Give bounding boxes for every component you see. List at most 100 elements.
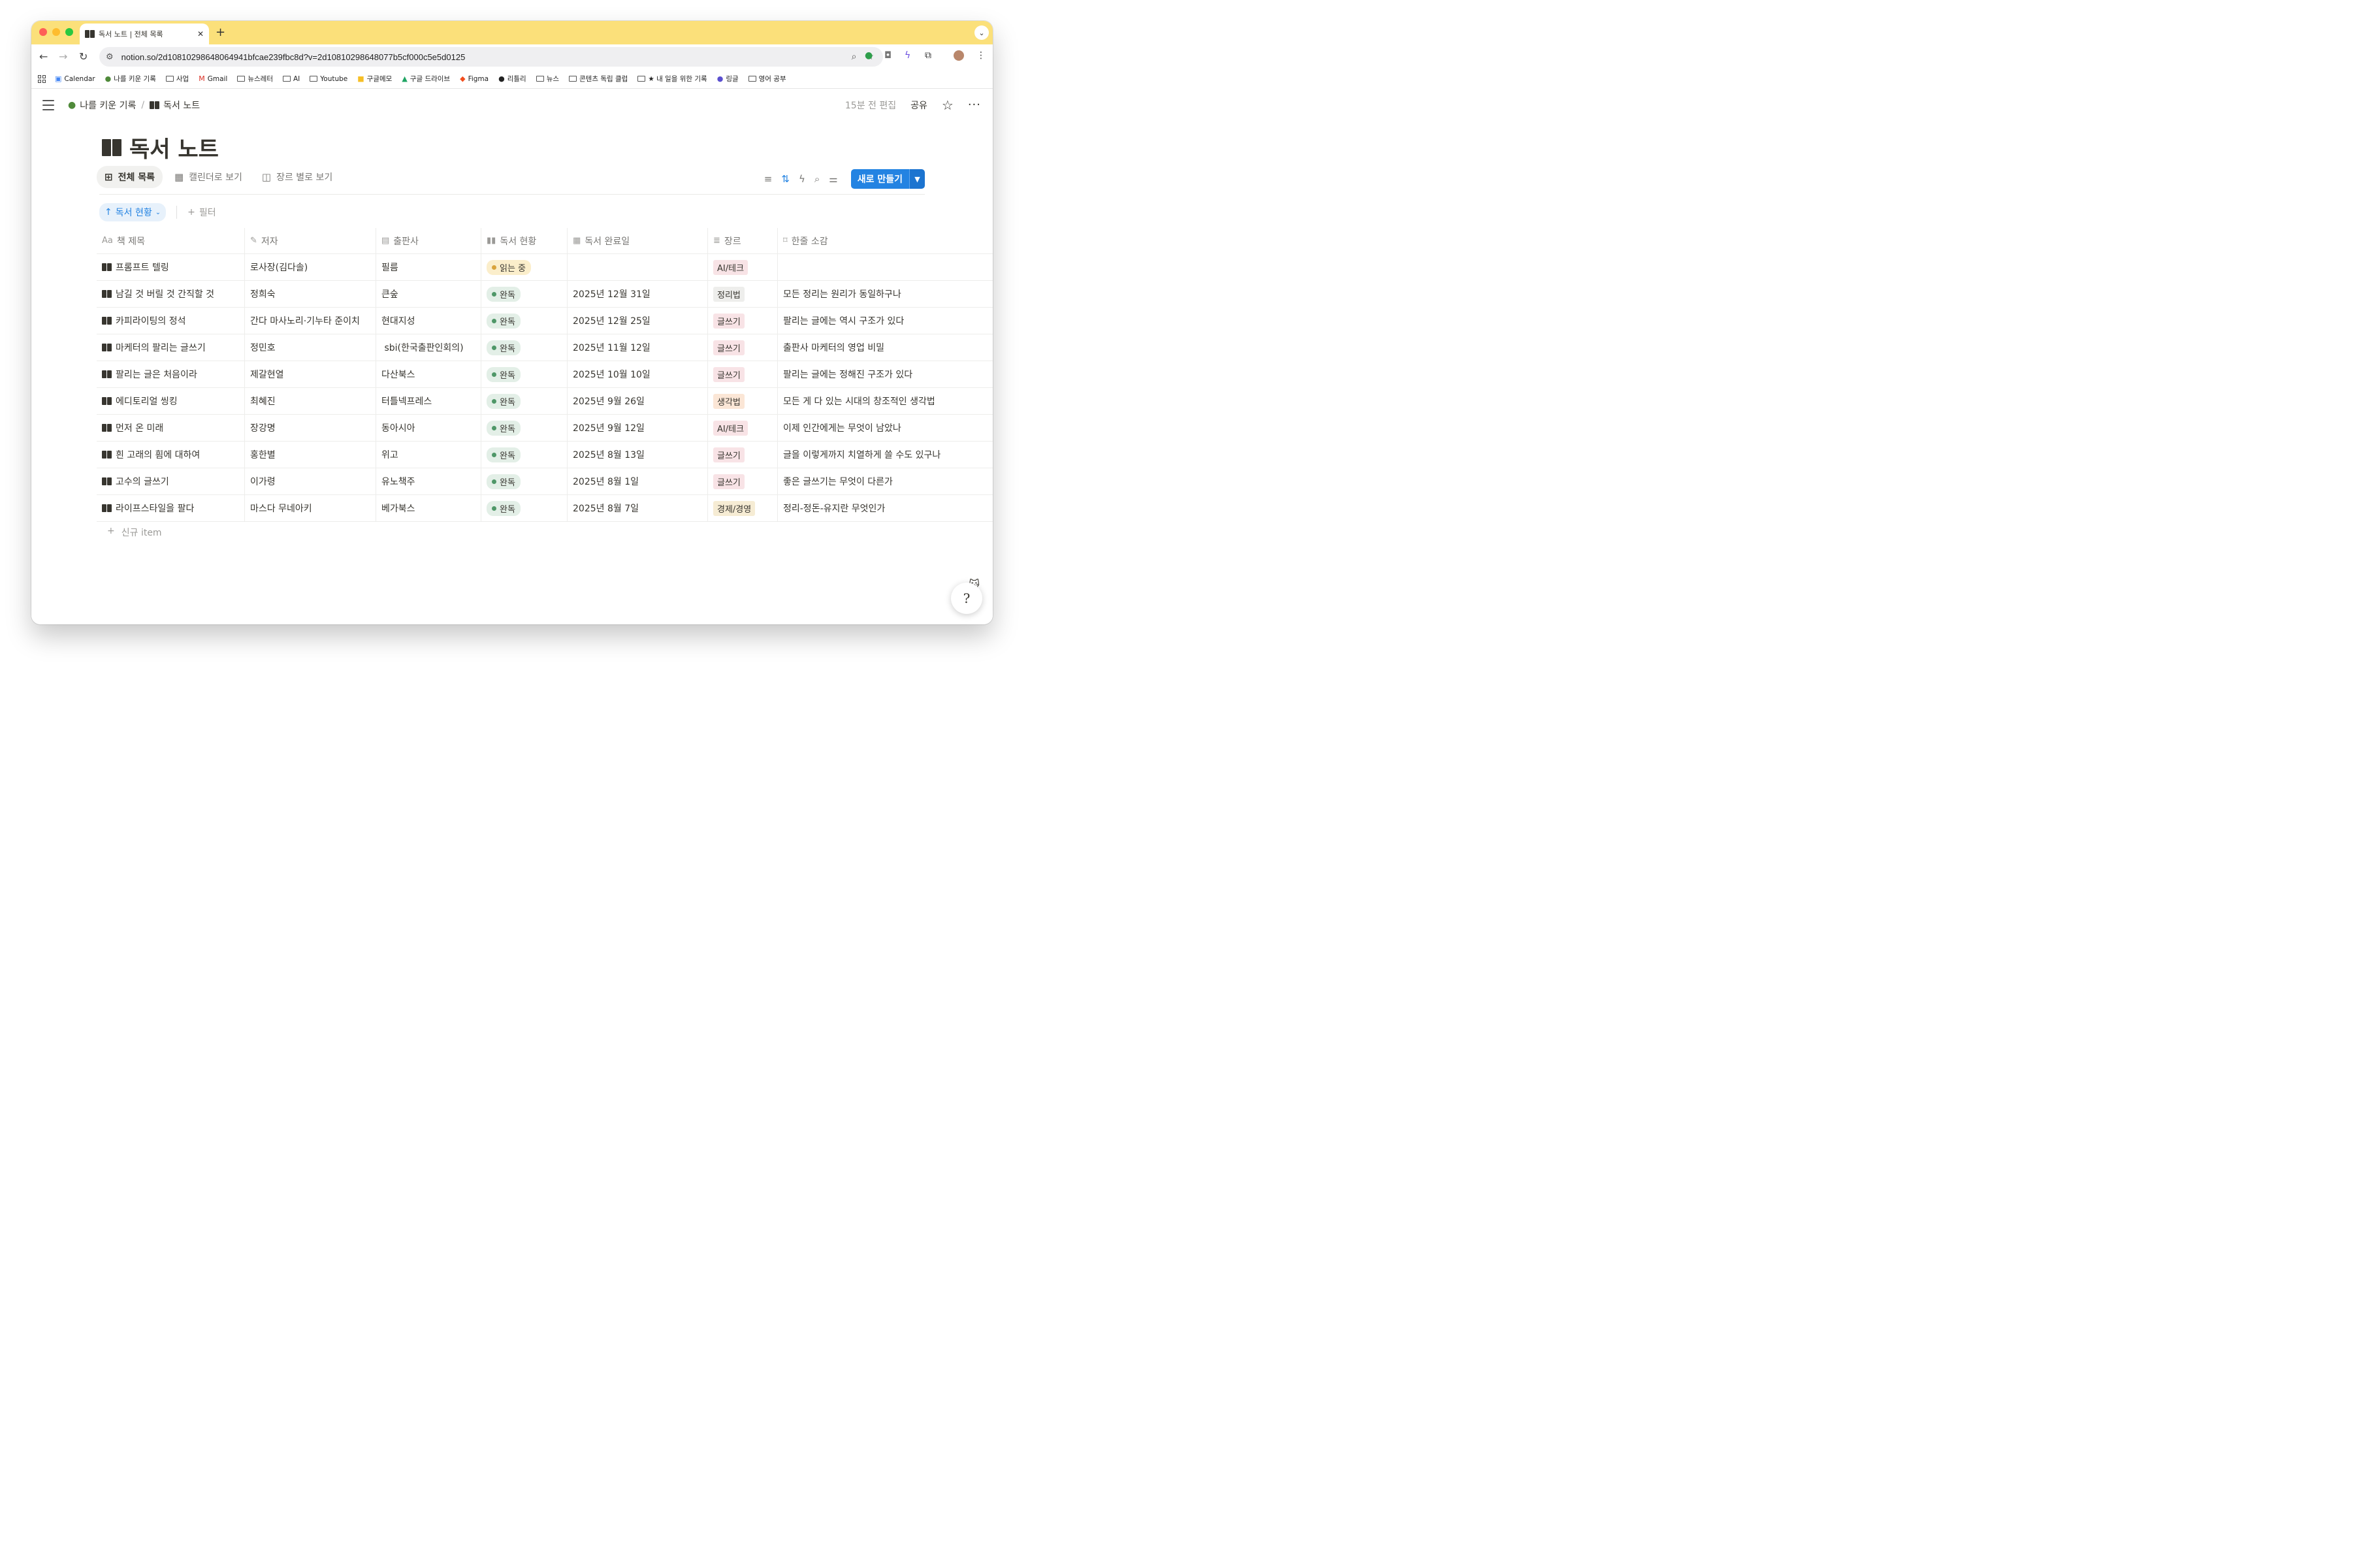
bookmark-item[interactable]: Youtube — [310, 74, 347, 83]
cell-review[interactable]: 모든 게 다 있는 시대의 창조적인 생각법 — [778, 388, 993, 414]
column-header-date[interactable]: ▦ 독서 완료일 — [568, 228, 708, 253]
cell-status[interactable]: 완독 — [481, 415, 568, 441]
column-header-review[interactable]: ⌑ 한줄 소감 — [778, 228, 993, 253]
browser-menu-icon[interactable]: ⋮ — [976, 50, 986, 61]
cell-review[interactable]: 글을 이렇게까지 치열하게 쓸 수도 있구나 — [778, 442, 993, 468]
cell-status[interactable]: 완독 — [481, 281, 568, 307]
cell-genre[interactable]: 정리법 — [708, 281, 778, 307]
table-row[interactable]: 마케터의 팔리는 글쓰기 정민호 sbi(한국출판인회의) 완독 2025년 11월 … — [97, 334, 993, 361]
book-icon[interactable] — [102, 138, 121, 156]
view-tab-2[interactable]: ▦ 캘린더로 보기 — [167, 166, 250, 188]
cell-publisher[interactable]: 위고 — [376, 442, 481, 468]
last-edited[interactable]: 15분 전 편집 — [845, 99, 896, 112]
cell-status[interactable]: 완독 — [481, 308, 568, 334]
bookmark-item[interactable]: 뉴스레터 — [237, 74, 273, 84]
cell-date[interactable] — [568, 254, 708, 280]
cell-date[interactable]: 2025년 8월 7일 — [568, 495, 708, 521]
cell-author[interactable]: 제갈현열 — [245, 361, 376, 387]
column-header-status[interactable]: ▮▮ 독서 현황 — [481, 228, 568, 253]
breadcrumb-current[interactable]: 독서 노트 — [163, 99, 200, 112]
bookmark-item[interactable]: ● 나를 키운 기록 — [105, 74, 156, 84]
column-header-genre[interactable]: ≣ 장르 — [708, 228, 778, 253]
search-icon[interactable]: ⌕ — [814, 173, 820, 185]
bookmark-item[interactable]: ■ 구글메모 — [357, 74, 392, 84]
sidebar-toggle-icon[interactable] — [42, 100, 54, 114]
cell-date[interactable]: 2025년 8월 1일 — [568, 468, 708, 494]
bookmark-item[interactable]: ● 리틀리 — [498, 74, 526, 84]
cell-review[interactable]: 모든 정리는 원리가 동일하구나 — [778, 281, 993, 307]
sort-icon[interactable]: ⇅ — [781, 173, 790, 185]
minimize-window-button[interactable] — [52, 28, 60, 36]
table-row[interactable]: 팔리는 글은 처음이라 제갈현열 다산북스 완독 2025년 10월 10일 글쓰기 팔리는… — [97, 361, 993, 388]
cell-author[interactable]: 마스다 무네아키 — [245, 495, 376, 521]
cell-review[interactable] — [778, 254, 993, 280]
cell-publisher[interactable]: 터틀넥프레스 — [376, 388, 481, 414]
table-row[interactable]: 흰 고래의 흼에 대하여 홍한별 위고 완독 2025년 8월 13일 글쓰기 글을 이렇게… — [97, 442, 993, 468]
camera-extension-icon[interactable]: ◘ — [884, 50, 892, 61]
more-options-icon[interactable]: ··· — [968, 99, 981, 111]
bookmark-item[interactable]: 영어 공부 — [748, 74, 786, 84]
cell-author[interactable]: 정민호 — [245, 334, 376, 361]
cell-date[interactable]: 2025년 10월 10일 — [568, 361, 708, 387]
cell-title[interactable]: 흰 고래의 흼에 대하여 — [97, 442, 245, 468]
cell-genre[interactable]: 생각법 — [708, 388, 778, 414]
cell-genre[interactable]: AI/테크 — [708, 254, 778, 280]
cell-author[interactable]: 이가령 — [245, 468, 376, 494]
cell-genre[interactable]: 글쓰기 — [708, 468, 778, 494]
table-row[interactable]: 남길 것 버릴 것 간직할 것 정희숙 큰숲 완독 2025년 12월 31일 정리법 모든… — [97, 281, 993, 308]
new-tab-button[interactable]: + — [216, 25, 225, 39]
bookmark-item[interactable]: AI — [282, 74, 300, 83]
cell-author[interactable]: 홍한별 — [245, 442, 376, 468]
cell-review[interactable]: 팔리는 글에는 역시 구조가 있다 — [778, 308, 993, 334]
help-button[interactable]: ? — [951, 583, 982, 614]
cell-genre[interactable]: 글쓰기 — [708, 334, 778, 361]
cell-publisher[interactable]: 유노책주 — [376, 468, 481, 494]
cell-review[interactable]: 팔리는 글에는 정해진 구조가 있다 — [778, 361, 993, 387]
new-button[interactable]: 새로 만들기 — [850, 169, 909, 189]
filter-icon[interactable]: ≡ — [764, 173, 773, 185]
evernote-extension-icon[interactable]: ● — [865, 50, 873, 61]
cell-title[interactable]: 팔리는 글은 처음이라 — [97, 361, 245, 387]
cell-publisher[interactable]: sbi(한국출판인회의) — [376, 334, 481, 361]
bookmark-item[interactable]: ▲ 구글 드라이브 — [402, 74, 450, 84]
apps-grid-icon[interactable] — [38, 74, 46, 83]
table-row[interactable]: 먼저 온 미래 장강명 동아시아 완독 2025년 9월 12일 AI/테크 이제 인간에게… — [97, 415, 993, 442]
sort-chip[interactable]: ↑ 독서 현황 ⌄ — [99, 203, 167, 221]
table-row[interactable]: 카피라이팅의 정석 간다 마사노리·기누타 준이치 현대지성 완독 2025년 12월 … — [97, 308, 993, 334]
cell-publisher[interactable]: 큰숲 — [376, 281, 481, 307]
address-bar[interactable]: ⚙ notion.so/2d10810298648064941bfcae239f… — [99, 47, 883, 67]
add-filter-button[interactable]: + 필터 — [187, 206, 216, 219]
table-row[interactable]: 프롬프트 텔링 로사장(김다솔) 필름 읽는 중 AI/테크 — [97, 254, 993, 281]
cell-title[interactable]: 마케터의 팔리는 글쓰기 — [97, 334, 245, 361]
bookmark-item[interactable]: ★ 내 일을 위한 기록 — [637, 74, 707, 84]
cell-author[interactable]: 최혜진 — [245, 388, 376, 414]
cell-status[interactable]: 읽는 중 — [481, 254, 568, 280]
extensions-puzzle-icon[interactable]: ⧉ — [925, 50, 931, 61]
page-title[interactable]: 독서 노트 — [129, 131, 219, 163]
table-row[interactable]: 에디토리얼 씽킹 최혜진 터틀넥프레스 완독 2025년 9월 26일 생각법 모든 게 다… — [97, 388, 993, 415]
cell-publisher[interactable]: 필름 — [376, 254, 481, 280]
automation-lightning-icon[interactable]: ϟ — [799, 173, 805, 185]
view-settings-icon[interactable]: ⚌ — [829, 173, 837, 185]
table-row[interactable]: 라이프스타일을 팔다 마스다 무네아키 베가북스 완독 2025년 8월 7일 경제/경영… — [97, 495, 993, 522]
cell-publisher[interactable]: 다산북스 — [376, 361, 481, 387]
cell-date[interactable]: 2025년 8월 13일 — [568, 442, 708, 468]
cell-title[interactable]: 라이프스타일을 팔다 — [97, 495, 245, 521]
lightning-extension-icon[interactable]: ϟ — [905, 50, 910, 61]
bookmark-item[interactable]: ◆ Figma — [460, 74, 489, 83]
bookmark-item[interactable]: 콘텐츠 독립 클럽 — [569, 74, 628, 84]
cell-author[interactable]: 간다 마사노리·기누타 준이치 — [245, 308, 376, 334]
browser-tab[interactable]: 독서 노트 | 전체 목록 ✕ — [80, 24, 209, 44]
cell-title[interactable]: 에디토리얼 씽킹 — [97, 388, 245, 414]
bookmark-item[interactable]: ▣ Calendar — [55, 74, 95, 83]
column-header-title[interactable]: Aa 책 제목 — [97, 228, 245, 253]
new-item-row[interactable]: + 신규 item — [107, 526, 162, 539]
chevron-down-icon[interactable]: ▼ — [909, 169, 925, 189]
column-header-author[interactable]: ✎ 저자 — [245, 228, 376, 253]
cell-genre[interactable]: 경제/경영 — [708, 495, 778, 521]
cell-status[interactable]: 완독 — [481, 388, 568, 414]
cell-author[interactable]: 장강명 — [245, 415, 376, 441]
cell-date[interactable]: 2025년 11월 12일 — [568, 334, 708, 361]
close-window-button[interactable] — [39, 28, 47, 36]
bookmark-item[interactable]: M Gmail — [199, 74, 227, 83]
